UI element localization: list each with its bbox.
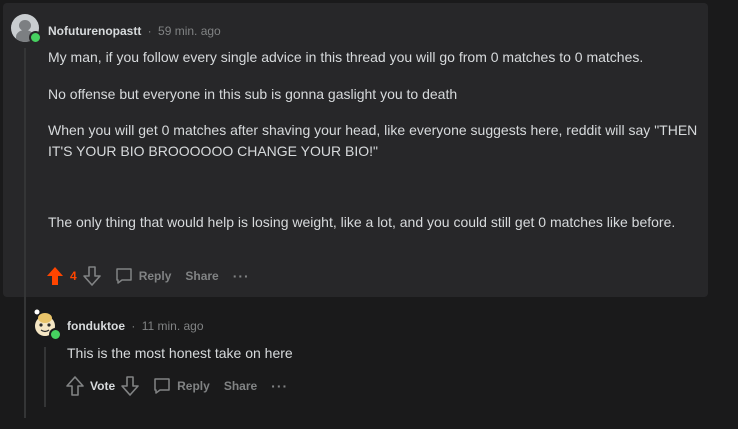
online-indicator bbox=[29, 31, 42, 44]
timestamp[interactable]: 11 min. ago bbox=[142, 319, 204, 333]
username[interactable]: Nofuturenopastt bbox=[48, 24, 141, 38]
timestamp[interactable]: 59 min. ago bbox=[158, 24, 221, 38]
reply-button[interactable]: Reply bbox=[115, 267, 172, 285]
share-label: Share bbox=[185, 269, 219, 283]
comment-paragraph: When you will get 0 matches after shavin… bbox=[48, 122, 698, 159]
thread-line[interactable] bbox=[44, 347, 46, 407]
reply-button[interactable]: Reply bbox=[153, 377, 210, 395]
downvote-button[interactable] bbox=[82, 266, 101, 286]
online-indicator bbox=[49, 328, 62, 341]
meta-separator: · bbox=[147, 24, 152, 38]
vote-label: Vote bbox=[90, 379, 116, 393]
reply-label: Reply bbox=[177, 379, 210, 393]
upvote-button[interactable] bbox=[46, 266, 64, 286]
meta-separator: · bbox=[131, 319, 136, 333]
upvote-icon bbox=[66, 376, 84, 396]
downvote-button[interactable] bbox=[121, 376, 139, 396]
comment-paragraph: My man, if you follow every single advic… bbox=[48, 49, 644, 65]
downvote-icon bbox=[82, 266, 101, 286]
comment-paragraph: This is the most honest take on here bbox=[67, 345, 293, 361]
share-button[interactable]: Share bbox=[185, 269, 218, 283]
comment-meta: fonduktoe · 11 min. ago bbox=[67, 319, 204, 333]
comment-meta: Nofuturenopastt · 59 min. ago bbox=[48, 24, 221, 38]
username[interactable]: fonduktoe bbox=[67, 319, 125, 333]
downvote-icon bbox=[121, 376, 139, 396]
share-label: Share bbox=[223, 379, 258, 393]
more-options-icon[interactable]: ··· bbox=[271, 378, 288, 394]
comment-paragraph: No offense but everyone in this sub is g… bbox=[48, 86, 458, 102]
comment-actions: Vote Reply Share ··· bbox=[66, 374, 288, 398]
upvote-button[interactable] bbox=[66, 376, 84, 396]
comment-icon bbox=[154, 378, 170, 394]
upvote-icon bbox=[47, 267, 63, 285]
comment-actions: 4 Reply Share ··· bbox=[46, 264, 250, 288]
vote-count: 4 bbox=[70, 269, 77, 283]
reply-label: Reply bbox=[138, 269, 172, 283]
more-options-icon[interactable]: ··· bbox=[233, 268, 250, 284]
comment-paragraph: The only thing that would help is losing… bbox=[48, 214, 676, 230]
share-button[interactable]: Share bbox=[224, 379, 257, 393]
comment-icon bbox=[115, 268, 132, 284]
thread-line[interactable] bbox=[24, 48, 26, 418]
